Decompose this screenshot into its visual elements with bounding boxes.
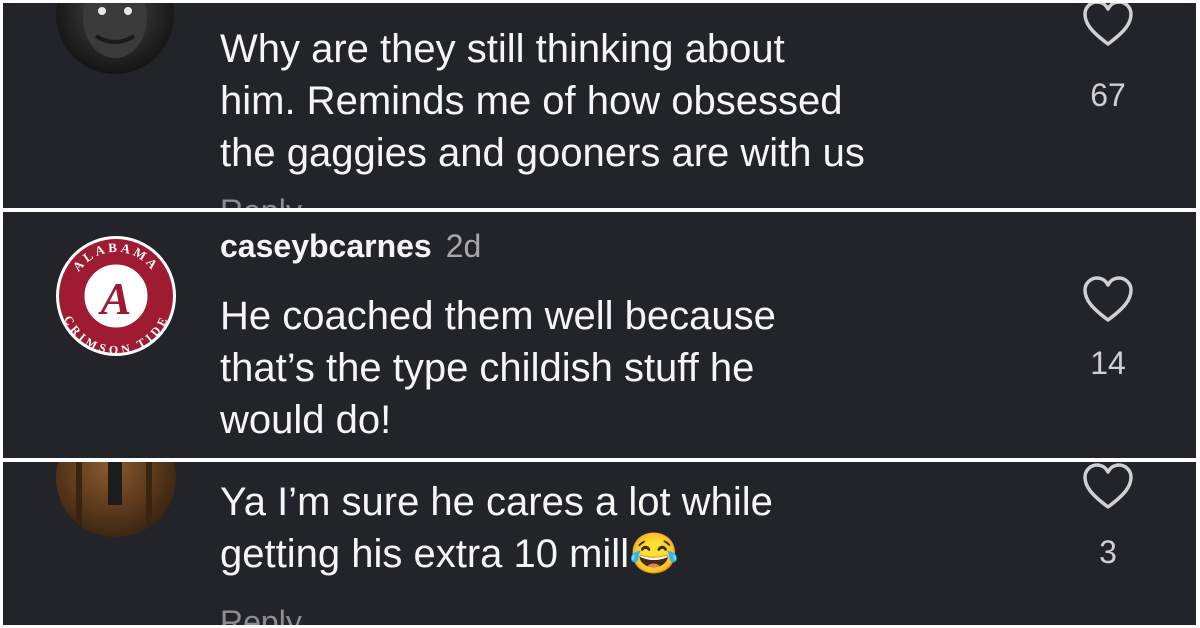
like-count: 3 xyxy=(1099,534,1117,570)
comment-item: Why are they still thinking about him. R… xyxy=(3,3,1196,208)
heart-outline-icon[interactable] xyxy=(1082,3,1134,48)
comment-text: Why are they still thinking about him. R… xyxy=(220,27,865,175)
username[interactable]: caseybcarnes xyxy=(220,228,432,264)
like-count: 14 xyxy=(1090,345,1126,381)
reply-button[interactable]: Reply xyxy=(220,191,302,208)
comment-header: caseybcarnes 2d xyxy=(220,226,481,266)
alabama-logo-avatar[interactable]: A ALABAMA CRIMSON TIDE xyxy=(56,236,176,356)
comment-text: Ya I’m sure he cares a lot while getting… xyxy=(220,476,1020,580)
timestamp: 2d xyxy=(445,228,482,264)
logo-letter: A xyxy=(98,273,132,324)
warehouse-photo-avatar[interactable] xyxy=(56,462,176,537)
dark-face-avatar[interactable] xyxy=(56,3,174,74)
laughing-emoji: 😂 xyxy=(629,532,679,576)
alabama-logo: A ALABAMA CRIMSON TIDE xyxy=(59,239,173,356)
heart-outline-icon[interactable] xyxy=(1082,463,1134,511)
reply-button[interactable]: Reply xyxy=(220,602,302,625)
comment-item: A ALABAMA CRIMSON TIDE caseybcarnes 2d He… xyxy=(3,212,1196,458)
comment-item: Ya I’m sure he cares a lot while getting… xyxy=(3,462,1196,625)
like-count: 67 xyxy=(1090,77,1126,113)
heart-outline-icon[interactable] xyxy=(1082,276,1134,324)
comment-text: He coached them well because that’s the … xyxy=(220,294,776,442)
comment-text-body: Ya I’m sure he cares a lot while getting… xyxy=(220,480,773,576)
